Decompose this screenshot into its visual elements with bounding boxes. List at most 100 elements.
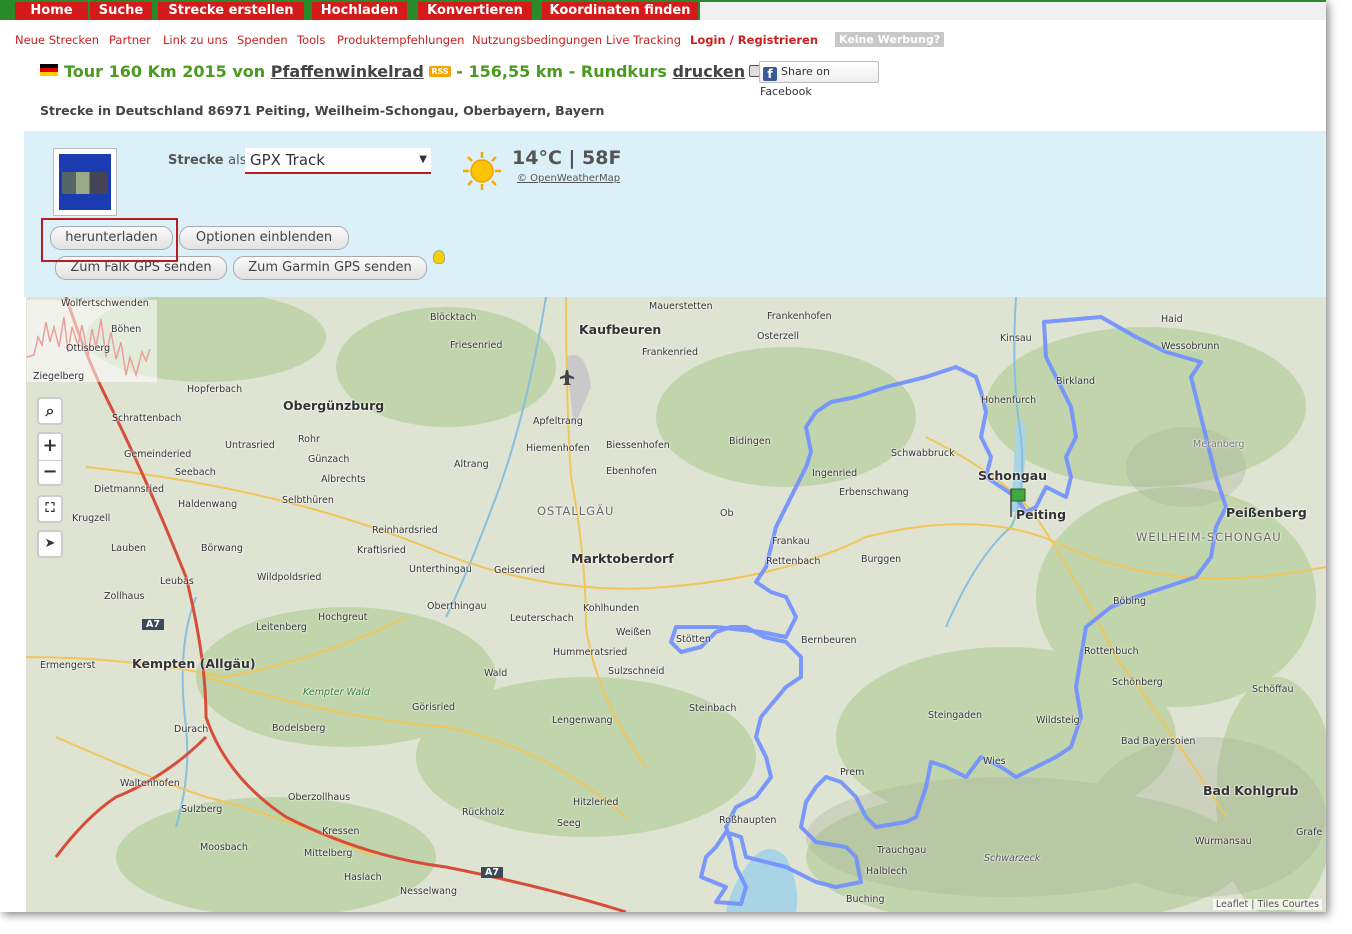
village-label: Leitenberg bbox=[256, 622, 307, 633]
elevation-profile-panel bbox=[27, 300, 157, 382]
village-label: Untrasried bbox=[225, 440, 275, 451]
village-label: Friesenried bbox=[450, 340, 503, 351]
format-label: Strecke als bbox=[168, 153, 247, 168]
send-garmin-button[interactable]: Zum Garmin GPS senden bbox=[233, 256, 427, 280]
zoom-in-button[interactable]: + bbox=[39, 434, 61, 461]
town-label: Marktoberdorf bbox=[571, 551, 674, 566]
village-label: Görisried bbox=[412, 702, 456, 713]
village-label: Moosbach bbox=[200, 842, 248, 853]
nav-konvertieren[interactable]: Konvertieren bbox=[418, 2, 532, 20]
page-title: Tour 160 Km 2015 von Pfaffenwinkelrad RS… bbox=[40, 62, 765, 81]
title-distance: - 156,55 km - Rundkurs bbox=[456, 62, 667, 81]
village-label: Meranberg bbox=[1193, 439, 1245, 450]
facebook-share-button[interactable]: f Share on Facebook bbox=[759, 61, 879, 98]
village-label: Ingenried bbox=[812, 468, 858, 479]
village-label: Apfeltrang bbox=[533, 416, 583, 427]
village-label: Grafe bbox=[1296, 827, 1323, 838]
village-label: Böhen bbox=[111, 324, 142, 335]
town-label: Peißenberg bbox=[1226, 505, 1307, 520]
village-label: Wessobrunn bbox=[1161, 341, 1220, 352]
format-label-als: als bbox=[228, 153, 247, 168]
village-label: Schönberg bbox=[1112, 677, 1163, 688]
format-label-strecke: Strecke bbox=[168, 153, 224, 168]
title-prefix: Tour 160 Km 2015 von bbox=[64, 62, 266, 81]
village-label: Zollhaus bbox=[104, 591, 145, 602]
village-label: Prem bbox=[840, 767, 865, 778]
village-label: Rückholz bbox=[462, 807, 505, 818]
track-thumbnail[interactable] bbox=[53, 148, 117, 216]
map[interactable]: ⌕ + − ⛶ ➤ Kaufbeuren Obergünzburg Markto… bbox=[26, 297, 1326, 912]
village-label: Leubas bbox=[160, 576, 194, 587]
location-text: Strecke in Deutschland 86971 Peiting, We… bbox=[40, 103, 605, 118]
village-label: Steingaden bbox=[928, 710, 983, 721]
nav-filler bbox=[700, 2, 1326, 20]
village-label: Seeg bbox=[557, 818, 581, 829]
village-label: Roßhaupten bbox=[719, 815, 777, 826]
fullscreen-button[interactable]: ⛶ bbox=[37, 495, 63, 523]
link-tools[interactable]: Tools bbox=[297, 33, 325, 47]
link-zu-uns[interactable]: Link zu uns bbox=[163, 33, 228, 47]
village-label: Ermengerst bbox=[40, 660, 96, 671]
no-ads-button[interactable]: Keine Werbung? bbox=[835, 32, 945, 47]
village-label: Leuterschach bbox=[510, 613, 574, 624]
village-label: Burggen bbox=[861, 554, 902, 565]
village-label: Ottisberg bbox=[66, 343, 111, 354]
nav-strecke-erstellen[interactable]: Strecke erstellen bbox=[158, 2, 304, 20]
format-select[interactable]: GPX Track ▼ bbox=[245, 148, 431, 174]
village-label: Ob bbox=[720, 508, 734, 519]
village-label: Birkland bbox=[1056, 376, 1096, 387]
sun-icon bbox=[463, 152, 501, 190]
link-produktempfehlungen[interactable]: Produktempfehlungen bbox=[337, 33, 464, 47]
facebook-icon: f bbox=[763, 67, 777, 81]
village-label: Steinbach bbox=[689, 703, 737, 714]
link-live-tracking[interactable]: Live Tracking bbox=[606, 33, 681, 47]
top-nav: Home Suche Strecke erstellen Hochladen K… bbox=[0, 0, 1326, 20]
nav-suche[interactable]: Suche bbox=[90, 2, 152, 20]
village-label: Kressen bbox=[322, 826, 360, 837]
nav-home[interactable]: Home bbox=[15, 2, 88, 20]
search-map-button[interactable]: ⌕ bbox=[37, 397, 63, 425]
region-label: WEILHEIM-SCHONGAU bbox=[1136, 530, 1282, 544]
village-label: Mittelberg bbox=[304, 848, 353, 859]
village-label: Hiemenhofen bbox=[526, 443, 590, 454]
village-label: Wildsteig bbox=[1036, 715, 1080, 726]
lightbulb-icon[interactable] bbox=[433, 250, 445, 264]
link-neue-strecken[interactable]: Neue Strecken bbox=[15, 33, 99, 47]
nav-koordinaten-finden[interactable]: Koordinaten finden bbox=[542, 2, 698, 20]
zoom-control: + − bbox=[37, 432, 63, 486]
locate-arrow-icon: ➤ bbox=[44, 536, 56, 551]
nav-hochladen[interactable]: Hochladen bbox=[312, 2, 407, 20]
village-label: Biessenhofen bbox=[606, 440, 670, 451]
rss-icon[interactable]: RSS bbox=[429, 66, 451, 77]
town-label: Kempten (Allgäu) bbox=[132, 656, 256, 671]
village-label: Mauerstetten bbox=[649, 301, 713, 312]
village-label: Blöcktach bbox=[430, 312, 477, 323]
print-link[interactable]: drucken bbox=[672, 62, 745, 81]
highlight-box bbox=[41, 218, 178, 262]
map-attribution[interactable]: Leaflet | Tiles Courtes bbox=[1212, 899, 1322, 910]
village-label: Rottenbuch bbox=[1084, 646, 1139, 657]
village-label: Hochgreut bbox=[318, 612, 368, 623]
village-label: Haslach bbox=[344, 872, 382, 883]
village-label: Bodelsberg bbox=[272, 723, 326, 734]
village-label: Schwabbruck bbox=[891, 448, 955, 459]
openweathermap-link[interactable]: © OpenWeatherMap bbox=[517, 173, 620, 184]
link-partner[interactable]: Partner bbox=[109, 33, 151, 47]
village-label: Kohlhunden bbox=[583, 603, 640, 614]
link-nutzungsbedingungen[interactable]: Nutzungsbedingungen bbox=[472, 33, 602, 47]
village-label: Nesselwang bbox=[400, 886, 457, 897]
village-label: Unterthingau bbox=[409, 564, 472, 575]
village-label: Bad Bayersoien bbox=[1121, 736, 1196, 747]
village-label: Hopferbach bbox=[187, 384, 243, 395]
link-login[interactable]: Login / Registrieren bbox=[690, 33, 818, 47]
link-spenden[interactable]: Spenden bbox=[237, 33, 288, 47]
village-label: Kinsau bbox=[1000, 333, 1032, 344]
village-label: Oberthingau bbox=[427, 601, 487, 612]
locate-button[interactable]: ➤ bbox=[37, 530, 63, 558]
start-flag-icon bbox=[1010, 488, 1026, 502]
village-label: Wildpoldsried bbox=[257, 572, 322, 583]
show-options-button[interactable]: Optionen einblenden bbox=[179, 226, 349, 250]
zoom-out-button[interactable]: − bbox=[39, 461, 61, 485]
user-link[interactable]: Pfaffenwinkelrad bbox=[271, 62, 424, 81]
village-label: Haldenwang bbox=[178, 499, 238, 510]
